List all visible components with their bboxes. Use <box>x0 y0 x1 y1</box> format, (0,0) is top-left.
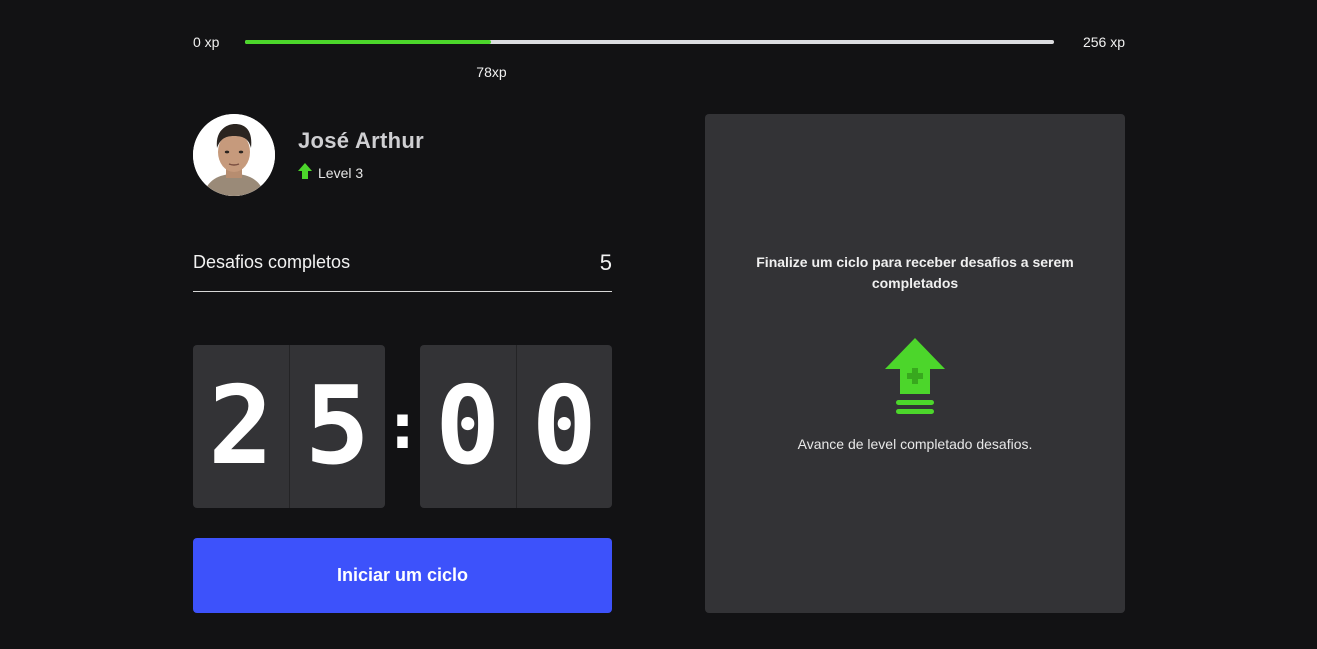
challenge-box-title: Finalize um ciclo para receber desafios … <box>756 254 1074 291</box>
seconds-display: 0 0 <box>420 345 612 508</box>
start-cycle-button[interactable]: Iniciar um ciclo <box>193 538 612 613</box>
seconds-ones-digit: 0 <box>531 364 597 489</box>
minutes-display: 2 5 <box>193 345 385 508</box>
countdown-separator: : <box>383 389 422 464</box>
experience-bar: 0 xp 78xp 256 xp <box>193 30 1125 80</box>
xp-min-label: 0 xp <box>193 34 220 50</box>
profile-level: Level 3 <box>298 163 363 182</box>
xp-max-label: 256 xp <box>1082 34 1125 50</box>
xp-progress-fill <box>245 40 492 44</box>
completed-challenges-label: Desafios completos <box>193 252 351 272</box>
minutes-ones-digit: 5 <box>304 364 370 489</box>
user-photo-icon <box>193 114 275 196</box>
completed-challenges-count: 5 <box>599 250 612 275</box>
level-up-icon <box>884 338 946 425</box>
challenge-box-note: Avance de level completado desafios. <box>797 436 1033 452</box>
profile-name: José Arthur <box>298 128 424 153</box>
countdown: 2 5 : 0 0 <box>193 345 612 508</box>
minutes-tens-digit: 2 <box>193 345 290 508</box>
xp-current-label: 78xp <box>476 64 507 80</box>
xp-track: 78xp <box>245 40 1054 80</box>
level-up-arrow-icon <box>298 163 312 182</box>
seconds-tens-digit: 0 <box>420 345 517 508</box>
moveit-page: 0 xp 78xp 256 xp José Arthur Level 3 Des… <box>0 0 1317 649</box>
completed-challenges: Desafios completos 5 <box>193 248 612 292</box>
challenge-box: Finalize um ciclo para receber desafios … <box>705 114 1125 613</box>
avatar <box>193 114 275 196</box>
level-label: Level 3 <box>318 164 364 181</box>
